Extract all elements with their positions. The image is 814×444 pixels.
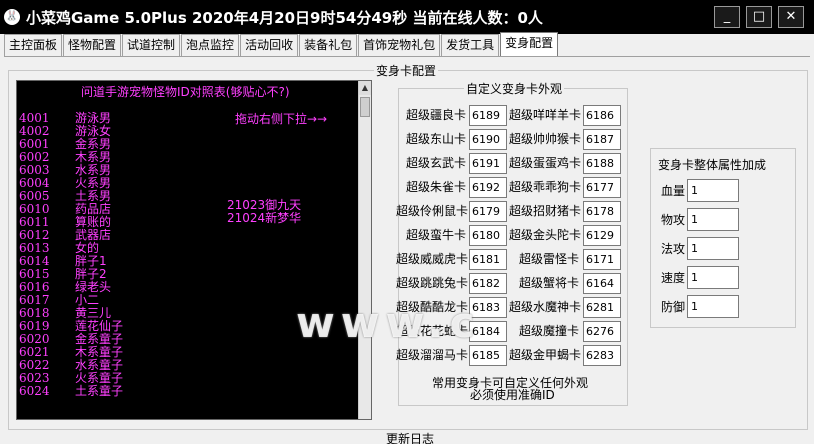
card-id-input[interactable]: 6187 (583, 129, 621, 150)
card-id-input[interactable]: 6283 (583, 345, 621, 366)
hp-input[interactable]: 1 (687, 179, 739, 202)
physical-attack-input[interactable]: 1 (687, 208, 739, 231)
tab-equipment-gift[interactable]: 装备礼包 (299, 34, 358, 56)
maximize-button[interactable]: □ (746, 6, 772, 28)
card-id-input[interactable]: 6164 (583, 273, 621, 294)
card-label: 超级东山卡 (405, 132, 466, 146)
update-log-title: 更新日志 (384, 430, 437, 444)
card-label: 超级金甲蝎卡 (509, 348, 582, 362)
card-label: 超级酷酷龙卡 (396, 300, 469, 314)
title-bar: 🐰 小菜鸡Game 5.0Plus 2020年4月20日9时54分49秒 当前在… (0, 0, 814, 34)
card-label: 超级蛋蛋鸡卡 (509, 156, 582, 170)
card-id-input[interactable]: 6276 (583, 321, 621, 342)
magic-attack-input[interactable]: 1 (687, 237, 739, 260)
card-id-input[interactable]: 6129 (583, 225, 621, 246)
custom-card-title: 自定义变身卡外观 (464, 80, 565, 97)
card-id-input[interactable]: 6188 (583, 153, 621, 174)
card-id-input[interactable]: 6183 (469, 297, 507, 318)
card-label: 超级魔撞卡 (518, 324, 579, 338)
speed-input[interactable]: 1 (687, 266, 739, 289)
tab-trial-control[interactable]: 试道控制 (122, 34, 181, 56)
card-label: 超级跳跳兔卡 (396, 276, 469, 290)
rabbit-icon: 🐰 (4, 9, 20, 25)
card-id-input[interactable]: 6171 (583, 249, 621, 270)
scroll-up-icon[interactable]: ▲ (359, 81, 371, 95)
card-label: 超级咩咩羊卡 (509, 108, 582, 122)
card-id-input[interactable]: 6191 (469, 153, 507, 174)
minimize-button[interactable]: _ (714, 6, 740, 28)
tab-bar: 主控面板 怪物配置 试道控制 泡点监控 活动回收 装备礼包 首饰宠物礼包 发货工… (4, 32, 559, 56)
custom-card-note-id: 必须使用准确ID (470, 388, 555, 402)
card-id-input[interactable]: 6178 (583, 201, 621, 222)
card-label: 超级金头陀卡 (509, 228, 582, 242)
card-id-input[interactable]: 6185 (469, 345, 507, 366)
card-id-input[interactable]: 6281 (583, 297, 621, 318)
card-label: 超级花花蛇卡 (396, 324, 469, 338)
card-label: 超级帅帅猴卡 (509, 132, 582, 146)
close-button[interactable]: ✕ (778, 6, 804, 28)
card-label: 超级威威虎卡 (396, 252, 469, 266)
card-label: 超级蟹将卡 (518, 276, 579, 290)
card-id-input[interactable]: 6181 (469, 249, 507, 270)
card-label: 超级玄武卡 (405, 156, 466, 170)
card-label: 超级招财猪卡 (509, 204, 582, 218)
extra-id-item: 21024新梦华 (227, 211, 302, 225)
card-label: 超级乖乖狗卡 (509, 180, 582, 194)
id-reference-list[interactable]: 问道手游宠物怪物ID对照表(够贴心不?) 拖动右侧下拉→→ 21023御九天 2… (16, 80, 372, 420)
tab-afk-monitor[interactable]: 泡点监控 (181, 34, 240, 56)
tab-divider (4, 56, 810, 57)
card-id-input[interactable]: 6179 (469, 201, 507, 222)
card-label: 超级雷怪卡 (518, 252, 579, 266)
card-label: 超级疆良卡 (405, 108, 466, 122)
card-label: 超级朱雀卡 (405, 180, 466, 194)
window-title: 小菜鸡Game 5.0Plus 2020年4月20日9时54分49秒 当前在线人… (26, 9, 543, 27)
tab-jewelry-pet-gift[interactable]: 首饰宠物礼包 (358, 34, 441, 56)
tab-monster-config[interactable]: 怪物配置 (63, 34, 122, 56)
card-id-input[interactable]: 6182 (469, 273, 507, 294)
tab-event-recycle[interactable]: 活动回收 (240, 34, 299, 56)
transform-card-config-title: 变身卡配置 (374, 62, 439, 79)
card-id-input[interactable]: 6190 (469, 129, 507, 150)
property-bonus-title: 变身卡整体属性加成 (656, 156, 769, 173)
tab-delivery-tool[interactable]: 发货工具 (441, 34, 500, 56)
card-label: 超级水魔神卡 (509, 300, 582, 314)
scroll-hint: 拖动右侧下拉→→ (235, 112, 328, 126)
card-label: 超级溜溜马卡 (396, 348, 469, 362)
card-id-input[interactable]: 6177 (583, 177, 621, 198)
card-id-input[interactable]: 6186 (583, 105, 621, 126)
defense-input[interactable]: 1 (687, 295, 739, 318)
id-table-header: 问道手游宠物怪物ID对照表(够贴心不?) (81, 85, 290, 99)
scroll-thumb[interactable] (360, 97, 370, 117)
card-id-input[interactable]: 6180 (469, 225, 507, 246)
tab-main-panel[interactable]: 主控面板 (4, 34, 63, 56)
card-id-input[interactable]: 6184 (469, 321, 507, 342)
list-scrollbar[interactable]: ▲ (358, 81, 371, 419)
card-label: 超级伶俐鼠卡 (396, 204, 469, 218)
card-label: 超级蛮牛卡 (405, 228, 466, 242)
card-id-input[interactable]: 6189 (469, 105, 507, 126)
card-id-input[interactable]: 6192 (469, 177, 507, 198)
list-item: 6024 土系童子 (19, 384, 124, 398)
tab-transform-config[interactable]: 变身配置 (500, 32, 559, 56)
